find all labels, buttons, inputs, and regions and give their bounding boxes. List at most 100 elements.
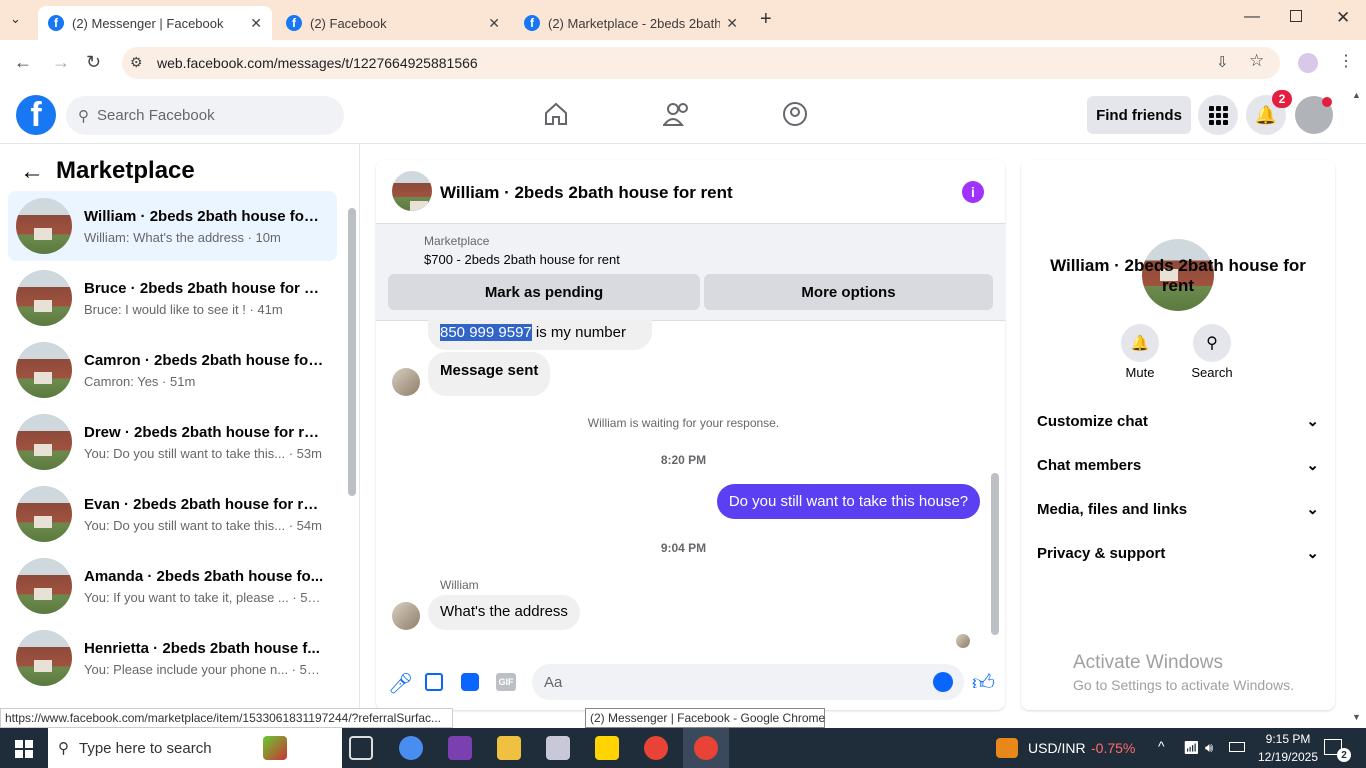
section-privacy-support[interactable]: Privacy & support ⌄ [1037, 544, 1319, 563]
message-input[interactable]: Aa [532, 664, 964, 700]
facebook-logo[interactable]: f [16, 95, 56, 135]
install-icon[interactable]: ⇩ [1216, 53, 1229, 71]
gif-icon[interactable]: GIF [496, 673, 516, 691]
restore-icon[interactable] [1290, 10, 1302, 22]
url-text[interactable]: web.facebook.com/messages/t/122766492588… [157, 55, 478, 71]
section-label: Chat members [1037, 456, 1142, 474]
ticker-symbol[interactable]: USD/INR [1028, 740, 1086, 756]
clock-time[interactable]: 9:15 PM [1256, 732, 1320, 746]
emoji-icon[interactable] [933, 672, 953, 692]
home-icon[interactable] [543, 101, 569, 127]
sidebar-scrollbar[interactable] [348, 208, 356, 496]
site-info-icon[interactable]: ⚙ [130, 54, 143, 71]
conversation-item[interactable]: William · 2beds 2bath house for ... Willi… [8, 191, 337, 261]
conversation-item[interactable]: Drew · 2beds 2bath house for rent You: Do… [8, 407, 337, 477]
timestamp: 9:04 PM [660, 541, 707, 555]
chrome-app-icon[interactable] [399, 736, 423, 760]
message-bubble: 850 999 9597 is my number [428, 320, 652, 350]
volume-icon[interactable]: 🔊︎ [1205, 740, 1213, 756]
sticky-notes-icon[interactable] [595, 736, 619, 760]
minimize-icon[interactable]: — [1244, 8, 1260, 26]
thumbs-up-icon[interactable]: 👍︎ [972, 669, 995, 696]
chat-avatar[interactable] [392, 171, 432, 211]
facebook-icon: f [286, 15, 302, 31]
sender-avatar[interactable] [392, 602, 420, 630]
network-icon[interactable]: 📶︎ [1183, 740, 1200, 756]
grid-icon [1209, 106, 1228, 125]
page-scroll-up-icon[interactable]: ▲ [1352, 90, 1361, 100]
find-friends-button[interactable]: Find friends [1087, 96, 1191, 134]
chat-title[interactable]: William · 2beds 2bath house for rent [440, 183, 733, 203]
tab-facebook[interactable]: f (2) Facebook ✕ [276, 6, 510, 40]
activate-windows-subtitle: Go to Settings to activate Windows. [1073, 677, 1294, 693]
tab-search-icon[interactable]: ⌄ [10, 11, 21, 27]
chrome-icon[interactable] [644, 736, 668, 760]
paint-icon[interactable] [546, 736, 570, 760]
page-scroll-down-icon[interactable]: ▼ [1352, 712, 1361, 722]
listing-avatar [16, 486, 72, 542]
microphone-icon[interactable]: 🎤︎ [388, 671, 413, 696]
chevron-up-icon[interactable]: ^ [1158, 738, 1165, 754]
message-bubble: Message sent [428, 352, 551, 396]
section-media-files[interactable]: Media, files and links ⌄ [1037, 500, 1319, 519]
mark-pending-button[interactable]: Mark as pending [388, 274, 700, 310]
listing-price[interactable]: $700 - 2beds 2bath house for rent [424, 252, 620, 267]
sender-avatar[interactable] [392, 368, 420, 396]
file-explorer-icon[interactable] [497, 736, 521, 760]
conversation-name: Bruce · 2beds 2bath house for re... [84, 279, 324, 297]
incoming-message: What's the address [428, 595, 580, 630]
more-options-button[interactable]: More options [704, 274, 993, 310]
listing-avatar [16, 270, 72, 326]
chat-scrollbar[interactable] [991, 473, 999, 635]
section-chat-members[interactable]: Chat members ⌄ [1037, 456, 1319, 475]
mute-button[interactable]: 🔔 [1121, 324, 1159, 362]
tab-title: (2) Marketplace - 2beds 2bath h [548, 15, 721, 31]
conversation-item[interactable]: Evan · 2beds 2bath house for rent You: Do… [8, 479, 337, 549]
ticker-change: -0.75% [1091, 740, 1136, 756]
read-receipt-avatar [956, 634, 970, 648]
market-widget-icon[interactable] [996, 738, 1018, 758]
close-window-icon[interactable]: ✕ [1336, 8, 1350, 28]
tab-marketplace[interactable]: f (2) Marketplace - 2beds 2bath h ✕ [514, 6, 748, 40]
groups-icon[interactable] [782, 101, 808, 127]
winrar-icon[interactable] [448, 736, 472, 760]
conversation-item[interactable]: Bruce · 2beds 2bath house for re... Bruce… [8, 263, 337, 333]
conversation-preview: Bruce: I would like to see it ! · 41m [84, 301, 283, 317]
search-input[interactable]: ⚲ Search Facebook [66, 96, 344, 135]
conversation-preview: You: Do you still want to take this... ·… [84, 517, 322, 533]
bookmark-star-icon[interactable]: ☆ [1249, 51, 1264, 71]
battery-icon[interactable] [1229, 742, 1245, 752]
clock-date[interactable]: 12/19/2025 [1256, 750, 1320, 764]
task-view-icon[interactable] [349, 736, 373, 760]
menu-grid-button[interactable] [1198, 95, 1238, 135]
notification-badge: 2 [1272, 90, 1292, 108]
back-icon[interactable]: ← [14, 52, 32, 73]
taskbar-search[interactable]: ⚲ Type here to search [48, 728, 342, 768]
tab-messenger[interactable]: f (2) Messenger | Facebook ✕ [38, 6, 272, 40]
search-chat-button[interactable]: ⚲ [1193, 324, 1231, 362]
menu-dots-icon[interactable]: ⋮ [1338, 51, 1354, 71]
sticker-icon[interactable] [461, 673, 479, 691]
forward-icon[interactable]: → [52, 52, 70, 73]
chevron-down-icon: ⌄ [1306, 545, 1319, 562]
close-icon[interactable]: ✕ [726, 15, 738, 32]
listing-avatar [16, 198, 72, 254]
reload-icon[interactable]: ↻ [86, 52, 101, 73]
friends-icon[interactable] [661, 101, 691, 127]
back-arrow-icon[interactable]: ← [20, 158, 44, 186]
close-icon[interactable]: ✕ [488, 15, 500, 32]
conversation-item[interactable]: Camron · 2beds 2bath house for... Camron:… [8, 335, 337, 405]
conversation-item[interactable]: Amanda · 2beds 2bath house fo... You: If … [8, 551, 337, 621]
close-icon[interactable]: ✕ [250, 15, 262, 32]
photo-icon[interactable] [425, 673, 443, 691]
gift-widget-icon[interactable] [263, 736, 287, 760]
chrome-icon [694, 736, 718, 760]
sender-name: William [440, 578, 479, 592]
info-icon[interactable]: i [962, 181, 984, 203]
conversation-item[interactable]: Henrietta · 2beds 2bath house f... You: P… [8, 623, 337, 693]
profile-avatar[interactable] [1298, 53, 1318, 73]
windows-start-icon[interactable] [15, 740, 33, 758]
section-label: Media, files and links [1037, 500, 1188, 518]
new-tab-icon[interactable]: + [760, 8, 772, 31]
section-customize-chat[interactable]: Customize chat ⌄ [1037, 412, 1319, 431]
